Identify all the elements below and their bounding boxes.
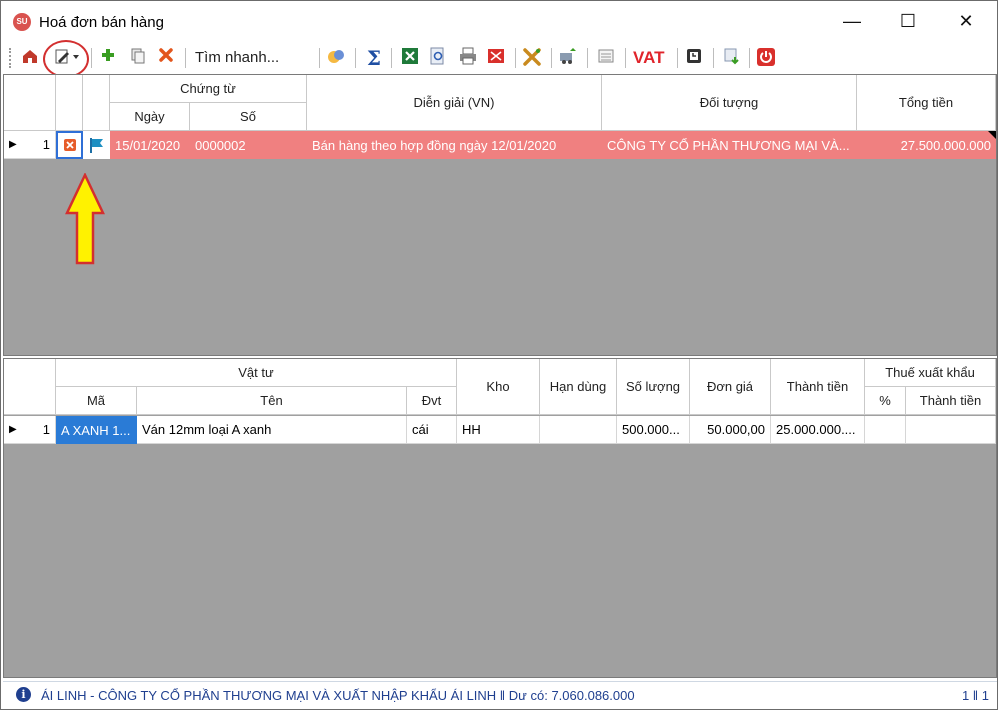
toolbar-separator [91,48,92,68]
excel-icon[interactable] [399,47,421,69]
invoice-list-grid: Chứng từ Ngày Số Diễn giải (VN) Đối tượn… [3,74,997,356]
cell-note-marker-icon [988,131,996,139]
cell-so-luong[interactable]: 500.000... [617,416,690,444]
status-column-header[interactable] [56,75,83,131]
email-icon[interactable] [485,47,507,69]
header-so-luong[interactable]: Số lượng [617,359,690,415]
toolbar-separator [713,48,714,68]
toolbar: Tìm nhanh... Σ VAT [3,43,997,73]
toolbar-separator [587,48,588,68]
toolbar-grip[interactable] [9,48,12,68]
header-phan-tram[interactable]: % [865,387,906,415]
current-row-arrow-icon: ▶ [9,424,17,435]
delete-icon[interactable] [155,47,177,69]
vat-button[interactable]: VAT [633,48,664,68]
header-thanh-tien[interactable]: Thành tiền [771,359,865,415]
cell-don-gia[interactable]: 50.000,00 [690,416,771,444]
filter-icon[interactable] [325,47,347,69]
maximize-button[interactable]: ☐ [879,1,937,41]
row-indicator-header [4,75,56,131]
copy-icon[interactable] [127,47,149,69]
status-bar: i ÁI LINH - CÔNG TY CỔ PHẦN THƯƠNG MẠI V… [3,681,997,707]
up-arrow-annotation-icon [65,173,105,265]
toolbar-separator [677,48,678,68]
row-indicator-header [4,359,56,415]
invoice-detail-grid: Vật tư Mã Tên Đvt Kho Hạn dùng Số lượng … [3,358,997,678]
cell-ngay[interactable]: 15/01/2020 [110,131,190,159]
cell-kho[interactable]: HH [457,416,540,444]
header-kho[interactable]: Kho [457,359,540,415]
row-number: 1 [42,422,50,437]
window-title: Hoá đơn bán hàng [39,14,164,31]
invoice-status-icon[interactable] [56,131,83,159]
cell-dien-giai[interactable]: Bán hàng theo hợp đồng ngày 12/01/2020 [307,131,602,159]
toolbar-separator [185,48,186,68]
header-thue-xuat-khau: Thuế xuất khẩu [865,359,996,387]
close-button[interactable]: ✕ [937,1,995,41]
header-don-gia[interactable]: Đơn giá [690,359,771,415]
header-han-dung[interactable]: Hạn dùng [540,359,617,415]
cell-dvt[interactable]: cái [407,416,457,444]
header-thanh-tien-thue[interactable]: Thành tiền [906,387,996,415]
cell-ten[interactable]: Ván 12mm loại A xanh [137,416,407,444]
header-ma[interactable]: Mã [56,387,137,415]
toolbar-separator [625,48,626,68]
minimize-button[interactable]: — [823,1,881,41]
title-bar: SU Hoá đơn bán hàng — ☐ ✕ [1,1,997,41]
export-icon[interactable] [721,47,743,69]
toolbar-separator [515,48,516,68]
page-indicator: 1 ‖ 1 [961,688,989,703]
cell-thanh-tien-thue[interactable] [906,416,996,444]
header-ngay[interactable]: Ngày [110,103,190,131]
header-dvt[interactable]: Đvt [407,387,457,415]
toolbar-separator [355,48,356,68]
print-icon[interactable] [457,47,479,69]
sales-invoice-window: SU Hoá đơn bán hàng — ☐ ✕ Tìm nhanh... Σ [0,0,998,710]
preview-icon[interactable] [427,47,449,69]
power-icon[interactable] [755,47,777,69]
add-icon[interactable] [97,47,119,69]
calculator-icon[interactable] [595,47,617,69]
header-so[interactable]: Số [190,103,307,131]
sum-icon[interactable]: Σ [363,47,385,69]
toolbar-separator [319,48,320,68]
header-tong-tien[interactable]: Tổng tiền [857,75,996,131]
toolbar-separator [391,48,392,68]
header-dien-giai[interactable]: Diễn giải (VN) [307,75,602,131]
header-chung-tu: Chứng từ [110,75,307,103]
cell-doi-tuong[interactable]: CÔNG TY CỔ PHẦN THƯƠNG MẠI VÀ... [602,131,857,159]
cell-ma[interactable]: A XANH 1... [56,416,137,444]
toolbar-separator [551,48,552,68]
status-text: ÁI LINH - CÔNG TY CỔ PHẦN THƯƠNG MẠI VÀ … [41,688,635,703]
flag-icon[interactable] [83,131,110,159]
cell-thanh-tien[interactable]: 25.000.000.... [771,416,865,444]
header-doi-tuong[interactable]: Đối tượng [602,75,857,131]
cell-han-dung[interactable] [540,416,617,444]
cell-so[interactable]: 0000002 [190,131,307,159]
tools-icon[interactable] [521,47,543,69]
header-ten[interactable]: Tên [137,387,407,415]
table-row-indicator[interactable]: ▶ 1 [4,416,56,444]
header-vat-tu: Vật tư [56,359,457,387]
highlight-circle [43,40,89,78]
row-number: 1 [42,137,50,152]
current-row-arrow-icon: ▶ [9,139,17,150]
transfer-icon[interactable] [557,47,579,69]
toolbar-separator [749,48,750,68]
cell-tong-tien[interactable]: 27.500.000.000 [857,131,996,159]
info-icon: i [16,687,31,702]
flag-column-header[interactable] [83,75,110,131]
home-icon[interactable] [19,47,41,69]
quick-search-input[interactable]: Tìm nhanh... [195,49,279,66]
cell-phan-tram[interactable] [865,416,906,444]
calendar-icon[interactable] [683,47,705,69]
table-row-indicator[interactable]: ▶ 1 [4,131,56,159]
app-logo-icon: SU [13,13,31,31]
